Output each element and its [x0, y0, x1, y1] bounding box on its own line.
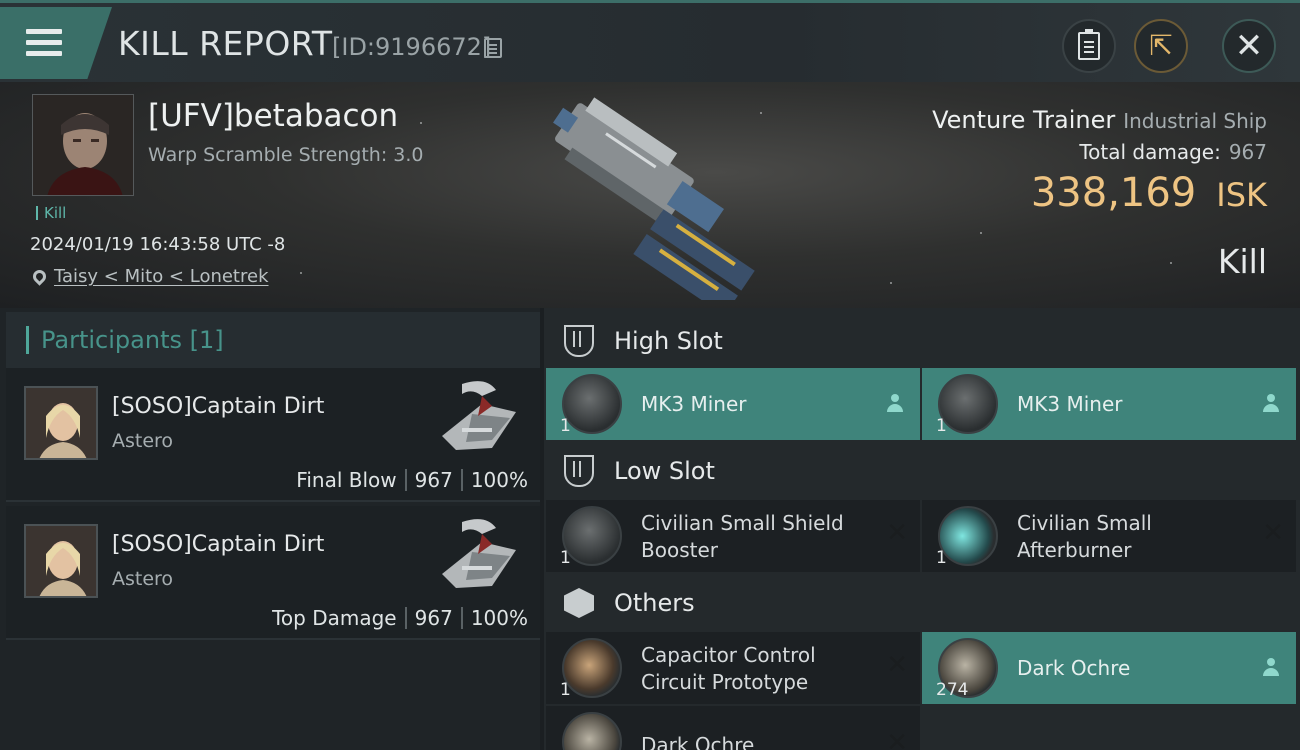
victim-avatar[interactable] — [32, 94, 134, 196]
participant-name[interactable]: [SOSO]Captain Dirt — [112, 394, 324, 419]
destroyed-x-icon: ✕ — [886, 518, 908, 548]
participants-header[interactable]: Participants [1] — [6, 312, 540, 368]
afterburner-icon — [938, 506, 998, 566]
menu-button[interactable] — [0, 7, 112, 79]
slot-item-name: Dark Ochre — [641, 733, 755, 750]
location-pin-icon — [30, 267, 49, 286]
participant-avatar — [24, 524, 98, 598]
slot-quantity: 1 — [936, 548, 947, 568]
slot-quantity: 1 — [936, 416, 947, 436]
high-slot-title: High Slot — [614, 327, 723, 355]
slot-quantity: 274 — [936, 680, 969, 700]
participant-row[interactable]: [SOSO]Captain Dirt Astero Top Damage 967… — [6, 506, 540, 640]
cargo-box-icon — [564, 588, 594, 618]
total-damage-label: Total damage: — [1079, 140, 1221, 164]
report-id: [ID:9196672] — [332, 33, 492, 61]
ship-render-image — [553, 97, 755, 300]
participant-role: Final Blow — [296, 468, 397, 492]
participant-ship: Astero — [112, 430, 174, 452]
slot-quantity: 1 — [560, 548, 571, 568]
destroyed-x-icon: ✕ — [1262, 518, 1284, 548]
slot-quantity: 1 — [560, 416, 571, 436]
participant-avatar — [24, 386, 98, 460]
slot-item[interactable]: 1 MK3 Miner — [922, 368, 1296, 440]
high-slot-icon — [564, 325, 594, 357]
participant-row[interactable]: [SOSO]Captain Dirt Astero Final Blow 967… — [6, 368, 540, 502]
isk-value: 338,169 — [1030, 170, 1197, 216]
share-icon: ⇱ — [1149, 29, 1173, 62]
ship-class: Industrial Ship — [1123, 109, 1267, 133]
slot-item[interactable]: 1 Civilian Small Afterburner ✕ — [922, 500, 1296, 572]
participant-percent: 100% — [470, 606, 528, 630]
participants-panel: Participants [1] [SOSO]Captain Dirt Aste… — [0, 308, 540, 750]
high-slot-header: High Slot — [544, 312, 1300, 370]
victim-summary: [UFV]betabacon Warp Scramble Strength: 3… — [0, 82, 1300, 308]
hamburger-menu-icon — [26, 29, 62, 57]
clipboard-icon — [1078, 29, 1100, 60]
kill-tag: Kill — [36, 206, 66, 221]
destroyed-x-icon: ✕ — [886, 728, 908, 750]
participant-role: Top Damage — [272, 606, 397, 630]
slot-item-name: Capacitor Control Circuit Prototype — [641, 643, 816, 694]
person-icon — [1262, 394, 1280, 414]
participant-ship: Astero — [112, 568, 174, 590]
slot-item-name: Dark Ochre — [1017, 656, 1131, 680]
share-button[interactable]: ⇱ — [1134, 19, 1188, 73]
slot-item-name: MK3 Miner — [641, 392, 747, 416]
astero-ship-icon — [442, 381, 516, 450]
result-label: Kill — [1217, 242, 1267, 281]
victim-name[interactable]: [UFV]betabacon — [148, 98, 398, 134]
person-icon — [1262, 658, 1280, 678]
isk-unit: ISK — [1216, 176, 1267, 214]
ore-icon — [562, 712, 622, 750]
fitting-panel: High Slot 1 MK3 Miner 1 MK3 Miner Low Sl… — [544, 308, 1300, 750]
low-slot-header: Low Slot — [544, 442, 1300, 500]
participants-title: Participants [1] — [41, 326, 224, 354]
participant-name[interactable]: [SOSO]Captain Dirt — [112, 532, 324, 557]
slot-item[interactable]: 1 MK3 Miner — [546, 368, 920, 440]
close-button[interactable]: ✕ — [1222, 19, 1276, 73]
slot-item-name: MK3 Miner — [1017, 392, 1123, 416]
page-title: KILL REPORT — [118, 24, 333, 63]
slot-item-name: Civilian Small Shield Booster — [641, 511, 844, 562]
mining-laser-icon — [938, 374, 998, 434]
shield-booster-icon — [562, 506, 622, 566]
participant-damage: 967 — [414, 606, 453, 630]
total-damage-value: 967 — [1228, 140, 1267, 164]
slot-item[interactable]: 1 Capacitor Control Circuit Prototype ✕ — [546, 632, 920, 704]
capacitor-circuit-icon — [562, 638, 622, 698]
copy-icon[interactable] — [484, 38, 502, 58]
slot-quantity: 1 — [560, 680, 571, 700]
others-header: Others — [544, 574, 1300, 632]
slot-item-name: Civilian Small Afterburner — [1017, 511, 1152, 562]
participant-damage: 967 — [414, 468, 453, 492]
header-bar: KILL REPORT [ID:9196672] ⇱ ✕ — [0, 0, 1300, 82]
location-link[interactable]: Taisy < Mito < Lonetrek — [54, 266, 269, 287]
low-slot-title: Low Slot — [614, 457, 715, 485]
close-icon: ✕ — [1234, 26, 1264, 66]
slot-item[interactable]: 1 Civilian Small Shield Booster ✕ — [546, 500, 920, 572]
ship-name[interactable]: Venture Trainer — [932, 106, 1115, 134]
kill-location[interactable]: Taisy < Mito < Lonetrek — [30, 266, 269, 287]
astero-ship-icon — [442, 519, 516, 588]
destroyed-x-icon: ✕ — [886, 650, 908, 680]
kill-timestamp: 2024/01/19 16:43:58 UTC -8 — [30, 234, 286, 255]
participant-percent: 100% — [470, 468, 528, 492]
low-slot-icon — [564, 455, 594, 487]
others-title: Others — [614, 589, 695, 617]
report-button[interactable] — [1062, 19, 1116, 73]
mining-laser-icon — [562, 374, 622, 434]
warp-scramble-strength: Warp Scramble Strength: 3.0 — [148, 144, 424, 166]
person-icon — [886, 394, 904, 414]
slot-item[interactable]: 274 Dark Ochre — [922, 632, 1296, 704]
slot-item[interactable]: Dark Ochre ✕ — [546, 706, 920, 750]
